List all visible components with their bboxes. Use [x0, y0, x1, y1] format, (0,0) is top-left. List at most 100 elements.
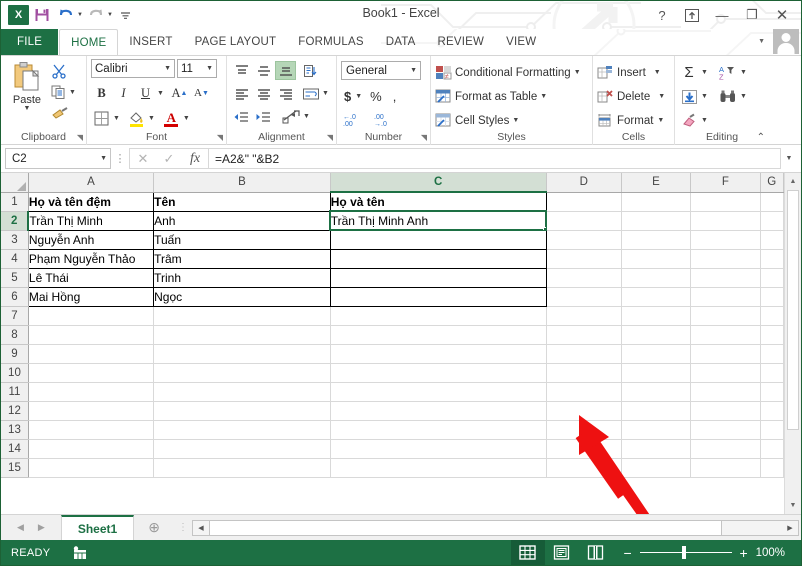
status-right-area[interactable]: − + 100%	[510, 540, 801, 565]
cell-E15[interactable]	[621, 458, 692, 478]
enter-formula-button[interactable]: ✓	[156, 149, 182, 168]
window-controls[interactable]: ? — ❐ ✕	[647, 3, 797, 27]
vertical-scroll-track[interactable]	[785, 430, 801, 497]
table-row[interactable]: 4 Phạm Nguyễn Thảo Trâm	[1, 248, 784, 269]
table-row[interactable]: 14	[1, 439, 784, 459]
zoom-control[interactable]: − + 100%	[613, 545, 801, 561]
vertical-scrollbar[interactable]: ▲ ▼	[784, 173, 801, 514]
page-layout-view-button[interactable]	[545, 540, 579, 565]
ribbon-tabs[interactable]: FILE HOME INSERT PAGE LAYOUT FORMULAS DA…	[1, 29, 801, 56]
copy-dropdown-icon[interactable]: ▼	[69, 89, 76, 96]
cell-D12[interactable]	[546, 401, 622, 421]
cell-G13[interactable]	[760, 420, 784, 440]
scroll-down-arrow-icon[interactable]: ▼	[785, 497, 801, 514]
scroll-left-arrow-icon[interactable]: ◀	[193, 521, 209, 535]
alignment-dialog-launcher[interactable]: ◥	[327, 133, 333, 142]
cell-E2[interactable]	[621, 211, 692, 231]
increase-indent-button[interactable]	[253, 107, 274, 126]
fill-color-button[interactable]	[126, 108, 147, 128]
font-size-caret-icon[interactable]: ▼	[206, 65, 213, 72]
cell-A2[interactable]: Trần Thị Minh	[27, 210, 155, 231]
cell-C14[interactable]	[330, 439, 547, 459]
number-format-caret-icon[interactable]: ▼	[410, 67, 417, 74]
cell-C12[interactable]	[330, 401, 547, 421]
table-row[interactable]: 1 Họ và tên đệm Tên Họ và tên	[1, 191, 784, 212]
merge-center-button[interactable]	[281, 107, 302, 126]
account-area[interactable]: ▼	[754, 29, 799, 54]
cell-E10[interactable]	[621, 363, 692, 383]
cell-C9[interactable]	[330, 344, 547, 364]
cell-F11[interactable]	[690, 382, 761, 402]
cell-C6[interactable]	[329, 286, 547, 307]
cell-B14[interactable]	[153, 439, 331, 459]
cell-B8[interactable]	[153, 325, 331, 345]
clipboard-dialog-launcher[interactable]: ◥	[77, 133, 83, 142]
cell-B7[interactable]	[153, 306, 331, 326]
font-color-dropdown-icon[interactable]: ▼	[183, 115, 190, 122]
table-row[interactable]: 11	[1, 382, 784, 402]
tab-file[interactable]: FILE	[1, 29, 59, 55]
conditional-formatting-button[interactable]: ≠ Conditional Formatting ▼	[435, 62, 588, 83]
align-top-button[interactable]	[231, 61, 252, 80]
number-format-combo[interactable]: General ▼	[341, 61, 421, 80]
cell-A11[interactable]	[28, 382, 155, 402]
maximize-button[interactable]: ❐	[737, 4, 767, 26]
select-all-corner[interactable]	[1, 173, 29, 193]
cell-G14[interactable]	[760, 439, 784, 459]
find-select-dropdown-icon[interactable]: ▼	[740, 93, 747, 100]
cell-D3[interactable]	[546, 230, 622, 250]
cell-A6[interactable]: Mai Hồng	[27, 286, 155, 307]
cell-G1[interactable]	[760, 192, 784, 212]
add-sheet-button[interactable]: ⊕	[134, 515, 174, 540]
zoom-slider-thumb[interactable]	[681, 546, 686, 559]
cell-F15[interactable]	[690, 458, 761, 478]
fill-dropdown-icon[interactable]: ▼	[701, 93, 708, 100]
cell-C1[interactable]: Họ và tên	[329, 191, 547, 212]
cell-D4[interactable]	[546, 249, 622, 269]
cell-B12[interactable]	[153, 401, 331, 421]
user-avatar[interactable]	[773, 29, 799, 54]
cell-D5[interactable]	[546, 268, 622, 288]
accounting-format-button[interactable]: $	[341, 86, 354, 106]
cell-C15[interactable]	[330, 458, 547, 478]
decrease-indent-button[interactable]	[231, 107, 252, 126]
sheet-tab-sheet1[interactable]: Sheet1	[60, 515, 135, 540]
expand-formula-bar-icon[interactable]: ▼	[781, 155, 797, 162]
table-row[interactable]: 15	[1, 458, 784, 478]
table-row[interactable]: 5 Lê Thái Trinh	[1, 267, 784, 288]
table-row[interactable]: 3 Nguyễn Anh Tuấn	[1, 229, 784, 250]
cell-D15[interactable]	[546, 458, 622, 478]
cell-B3[interactable]: Tuấn	[153, 229, 331, 250]
wrap-text-button[interactable]	[300, 84, 321, 103]
italic-button[interactable]: I	[113, 83, 134, 103]
cell-F4[interactable]	[690, 249, 761, 269]
sheet-tab-bar[interactable]: ◀ ▶ Sheet1 ⊕ ⋮ ◀ ▶	[1, 514, 801, 540]
cell-E9[interactable]	[621, 344, 692, 364]
cell-B10[interactable]	[153, 363, 331, 383]
underline-button[interactable]: U	[135, 83, 156, 103]
row-header-4[interactable]: 4	[1, 249, 29, 269]
table-row[interactable]: 10	[1, 363, 784, 383]
format-dropdown-icon[interactable]: ▼	[657, 117, 664, 124]
cell-D1[interactable]	[546, 192, 622, 212]
row-header-9[interactable]: 9	[1, 344, 29, 364]
cell-F2[interactable]	[690, 211, 761, 231]
row-header-14[interactable]: 14	[1, 439, 29, 459]
cell-D14[interactable]	[546, 439, 622, 459]
cell-F8[interactable]	[690, 325, 761, 345]
decrease-font-size-button[interactable]: A ▼	[191, 83, 212, 103]
percent-style-button[interactable]: %	[367, 86, 385, 106]
cell-G11[interactable]	[760, 382, 784, 402]
row-header-7[interactable]: 7	[1, 306, 29, 326]
tab-data[interactable]: DATA	[375, 29, 427, 55]
clear-dropdown-icon[interactable]: ▼	[701, 117, 708, 124]
insert-dropdown-icon[interactable]: ▼	[654, 69, 661, 76]
tab-formulas[interactable]: FORMULAS	[287, 29, 375, 55]
align-right-button[interactable]	[275, 84, 296, 103]
cell-E1[interactable]	[621, 192, 692, 212]
cell-A12[interactable]	[28, 401, 155, 421]
cell-E12[interactable]	[621, 401, 692, 421]
cell-A8[interactable]	[28, 325, 155, 345]
sheet-splitter[interactable]: ⋮	[174, 522, 192, 533]
normal-view-button[interactable]	[510, 540, 545, 565]
